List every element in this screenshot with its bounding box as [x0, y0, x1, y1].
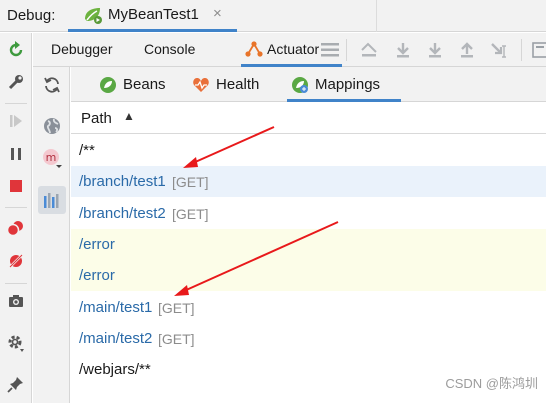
- layout-icon[interactable]: [319, 39, 341, 61]
- mapping-path: /branch/test2: [79, 204, 166, 222]
- debug-toolbar: Debugger Console Actuator: [33, 33, 546, 67]
- mapping-path: /main/test1: [79, 298, 153, 316]
- resume-icon[interactable]: [5, 110, 27, 132]
- table-row[interactable]: /branch/test2 [GET]: [71, 198, 546, 229]
- heart-icon: [192, 76, 210, 97]
- debug-title-bar: Debug: MyBeanTest1 ×: [0, 0, 546, 32]
- rerun-icon[interactable]: [5, 39, 27, 61]
- column-header-path[interactable]: Path ▲: [71, 103, 546, 134]
- calculator-icon[interactable]: [529, 39, 546, 61]
- table-row[interactable]: /error: [71, 228, 546, 260]
- debug-tool-strip: [0, 33, 32, 403]
- session-tab-label: MyBeanTest1: [108, 6, 199, 23]
- mute-breakpoints-icon[interactable]: [5, 250, 27, 272]
- module-icon[interactable]: m: [40, 146, 64, 170]
- tab-health[interactable]: Health: [189, 67, 281, 102]
- mapping-path: /**: [79, 142, 95, 159]
- view-breakpoints-icon[interactable]: [5, 217, 27, 239]
- sort-ascending-icon: ▲: [123, 109, 135, 123]
- globe-icon[interactable]: [40, 114, 64, 138]
- table-row[interactable]: /main/test2 [GET]: [71, 323, 546, 354]
- svg-text:m: m: [46, 151, 57, 164]
- table-row[interactable]: /branch/test1 [GET]: [71, 166, 546, 198]
- refresh-icon[interactable]: [40, 73, 64, 97]
- actuator-tabs: Beans Health Mappings: [71, 67, 546, 102]
- column-header-label: Path: [81, 110, 112, 127]
- debug-label: Debug:: [7, 7, 56, 24]
- table-row[interactable]: /main/test1 [GET]: [71, 292, 546, 323]
- tab-mappings-label: Mappings: [315, 76, 381, 93]
- actuator-side-toolbar: m: [33, 67, 70, 403]
- mapping-path: /branch/test1: [79, 173, 166, 191]
- wrench-icon[interactable]: [5, 71, 27, 93]
- mapping-path: /error: [79, 235, 115, 253]
- tab-actuator-label: Actuator: [267, 41, 320, 57]
- divider: [376, 0, 377, 32]
- pin-icon[interactable]: [5, 373, 27, 395]
- tab-debugger[interactable]: Debugger: [51, 41, 113, 57]
- close-icon[interactable]: ×: [213, 5, 222, 22]
- beans-icon: [99, 76, 117, 97]
- pause-icon[interactable]: [5, 143, 27, 165]
- tab-mappings[interactable]: Mappings: [287, 67, 401, 102]
- tab-console[interactable]: Console: [144, 41, 195, 57]
- diagram-icon[interactable]: [38, 186, 66, 214]
- mapping-method: [GET]: [158, 330, 195, 347]
- step-into-icon[interactable]: [424, 39, 446, 61]
- actuator-icon: [245, 40, 263, 61]
- step-out-icon[interactable]: [456, 39, 478, 61]
- show-execution-point-icon[interactable]: [358, 39, 380, 61]
- mapping-method: [GET]: [158, 299, 195, 316]
- tab-beans-label: Beans: [123, 76, 166, 93]
- mapping-path: /webjars/**: [79, 361, 151, 379]
- camera-icon[interactable]: [5, 290, 27, 312]
- settings-icon[interactable]: [5, 332, 27, 354]
- tab-beans[interactable]: Beans: [95, 67, 185, 102]
- mapping-method: [GET]: [172, 205, 209, 222]
- mappings-table: Path ▲ /**/branch/test1 [GET]/branch/test…: [71, 103, 546, 403]
- stop-icon[interactable]: [5, 175, 27, 197]
- mapping-path: /main/test2: [79, 329, 153, 347]
- mapping-method: [GET]: [172, 174, 209, 191]
- watermark: CSDN @陈鸿圳: [445, 376, 538, 391]
- run-to-cursor-icon[interactable]: [488, 39, 510, 61]
- mapping-path: /error: [79, 267, 115, 285]
- step-over-icon[interactable]: [392, 39, 414, 61]
- session-tab[interactable]: MyBeanTest1 ×: [68, 0, 237, 32]
- table-row[interactable]: /**: [71, 135, 546, 166]
- tab-health-label: Health: [216, 76, 260, 93]
- table-row[interactable]: /error: [71, 260, 546, 292]
- spring-boot-run-icon: [82, 5, 102, 25]
- mappings-icon: [291, 76, 309, 97]
